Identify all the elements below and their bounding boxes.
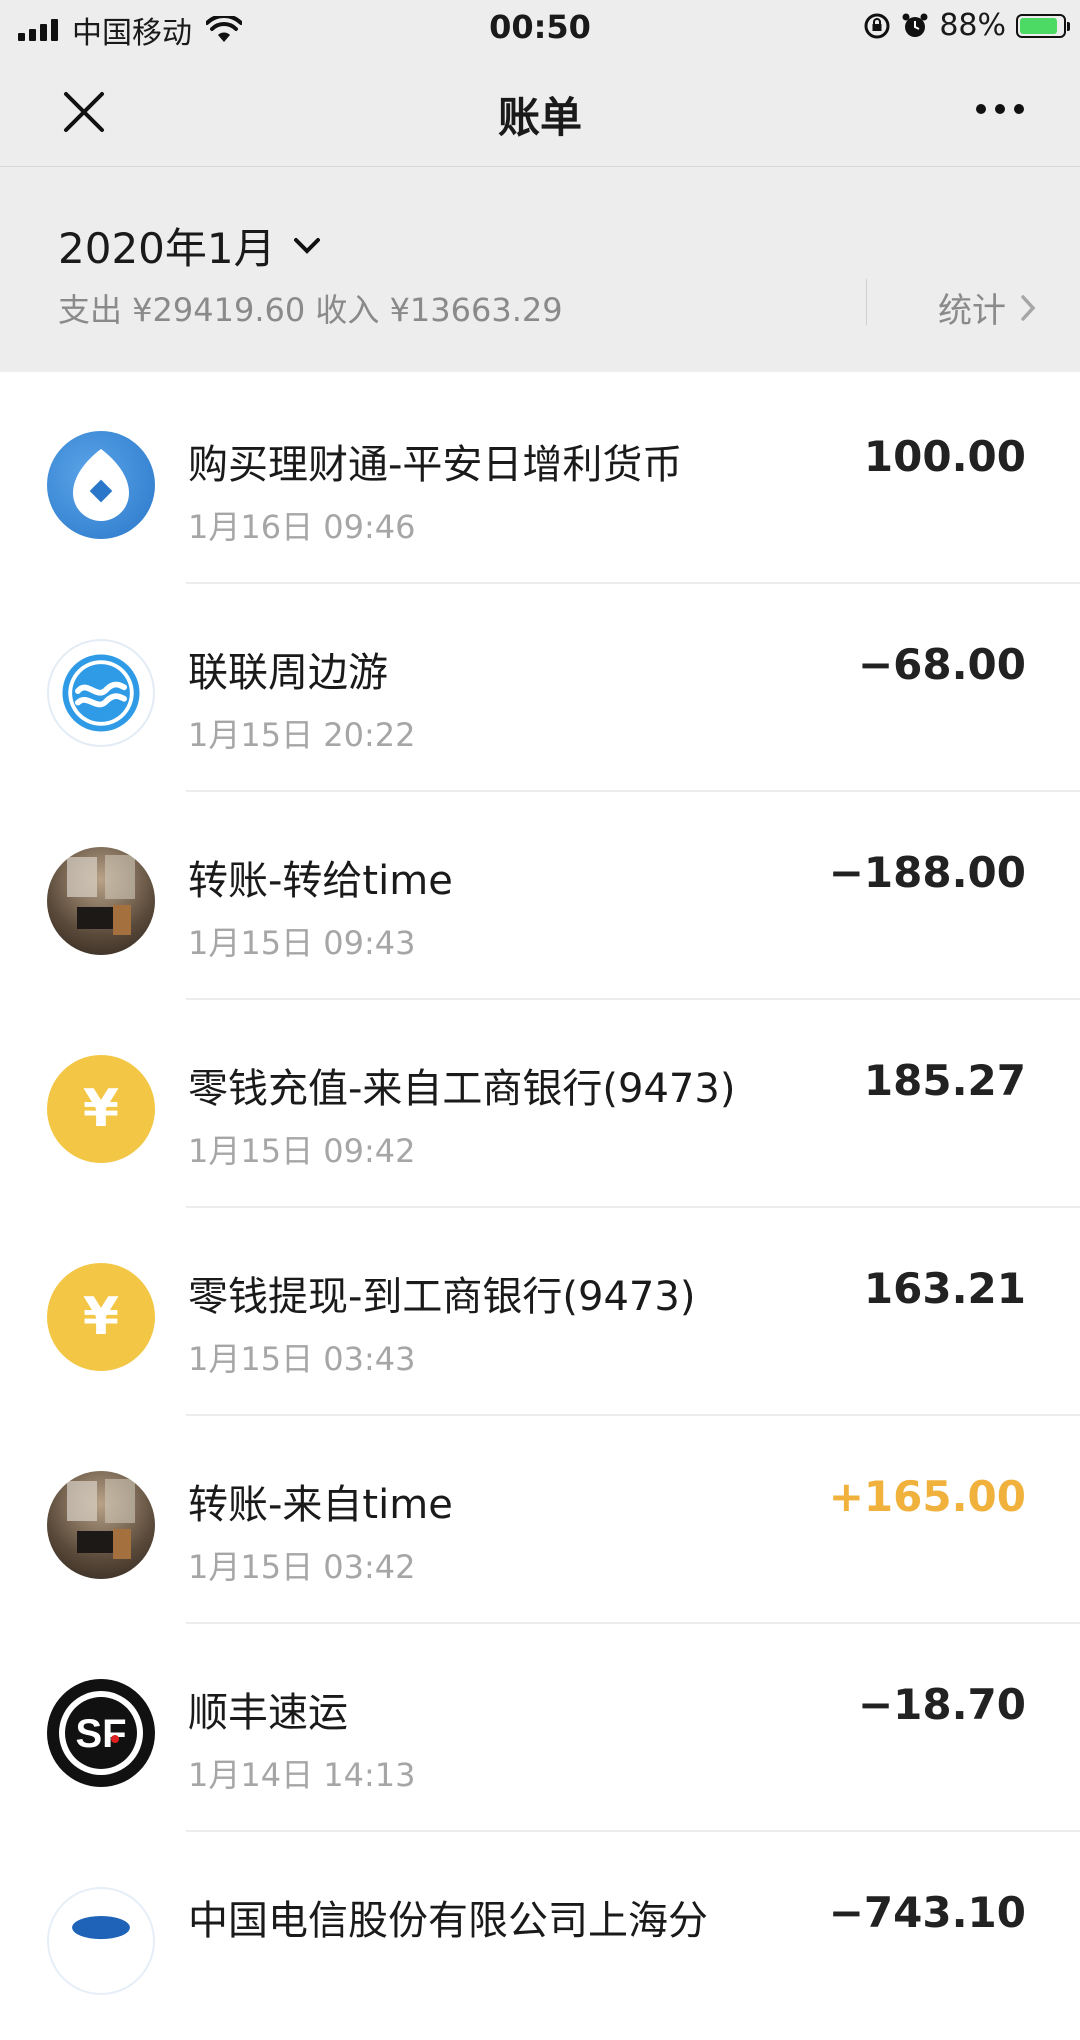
transaction-title: 零钱提现-到工商银行(9473) [188, 1274, 696, 1320]
status-right: 88% [863, 8, 1070, 43]
transaction-title: 零钱充值-来自工商银行(9473) [188, 1066, 736, 1112]
month-label: 2020年1月 [58, 224, 276, 273]
transaction-amount: 185.27 [863, 1056, 1026, 1105]
coin-symbol: ¥ [82, 1079, 120, 1139]
svg-text:SF: SF [75, 1712, 126, 1756]
transaction-title: 顺丰速运 [188, 1690, 348, 1736]
transaction-time: 1月15日 20:22 [188, 716, 416, 754]
battery-level [1020, 17, 1057, 34]
transaction-row[interactable]: ¥ 零钱充值-来自工商银行(9473) 1月15日 09:42 185.27 [0, 1000, 1080, 1208]
coin-symbol: ¥ [82, 1287, 120, 1347]
transaction-title: 转账-转给time [188, 858, 453, 904]
battery-percent: 88% [939, 8, 1006, 43]
transaction-row[interactable]: 中国电信股份有限公司上海分 −743.10 [0, 1832, 1080, 2040]
stats-label: 统计 [938, 291, 1006, 331]
month-summary: 2020年1月 支出 ¥29419.60 收入 ¥13663.29 统计 [0, 167, 1080, 370]
transaction-time: 1月15日 03:43 [188, 1340, 416, 1378]
orientation-lock-icon [864, 13, 890, 38]
transaction-amount: 163.21 [863, 1264, 1026, 1313]
sf-express-icon: SF [47, 1679, 155, 1787]
user-avatar [47, 1471, 155, 1579]
transaction-time: 1月14日 14:13 [188, 1756, 416, 1794]
transaction-amount: 100.00 [863, 432, 1026, 481]
status-bar: 中国移动 00:50 88% [0, 0, 1080, 54]
lianlian-icon [47, 639, 155, 747]
divider [866, 279, 867, 325]
more-icon[interactable] [976, 104, 1024, 114]
china-telecom-icon [47, 1887, 155, 1995]
user-avatar [47, 847, 155, 955]
transaction-list: 购买理财通-平安日增利货币 1月16日 09:46 100.00 联联周边游 1… [0, 376, 1080, 2040]
transaction-amount: −68.00 [857, 640, 1026, 689]
divider [0, 370, 1080, 372]
totals-text: 支出 ¥29419.60 收入 ¥13663.29 [58, 291, 563, 329]
yuan-coin-icon: ¥ [47, 1263, 155, 1371]
transaction-row[interactable]: 转账-转给time 1月15日 09:43 −188.00 [0, 792, 1080, 1000]
transaction-time: 1月16日 09:46 [188, 508, 416, 546]
month-selector[interactable]: 2020年1月 [58, 215, 322, 276]
transaction-row[interactable]: ¥ 零钱提现-到工商银行(9473) 1月15日 03:43 163.21 [0, 1208, 1080, 1416]
transaction-title: 购买理财通-平安日增利货币 [188, 442, 683, 488]
transaction-amount: +165.00 [828, 1472, 1026, 1521]
transaction-row[interactable]: 转账-来自time 1月15日 03:42 +165.00 [0, 1416, 1080, 1624]
transaction-row[interactable]: 联联周边游 1月15日 20:22 −68.00 [0, 584, 1080, 792]
alarm-icon [902, 13, 928, 37]
nav-bar: 账单 [0, 54, 1080, 167]
chevron-down-icon [293, 237, 320, 254]
carrier-name: 中国移动 [72, 16, 192, 51]
close-icon[interactable] [56, 84, 112, 140]
status-left: 中国移动 [18, 8, 242, 52]
transaction-row[interactable]: 购买理财通-平安日增利货币 1月16日 09:46 100.00 [0, 376, 1080, 584]
yuan-coin-icon: ¥ [47, 1055, 155, 1163]
transaction-time: 1月15日 03:42 [188, 1548, 416, 1586]
transaction-title: 转账-来自time [188, 1482, 453, 1528]
transaction-time: 1月15日 09:43 [188, 924, 416, 962]
transaction-title: 联联周边游 [188, 650, 388, 696]
transaction-amount: −188.00 [828, 848, 1026, 897]
transaction-time: 1月15日 09:42 [188, 1132, 416, 1170]
stats-button[interactable]: 统计 [938, 283, 1036, 332]
transaction-amount: −18.70 [857, 1680, 1026, 1729]
signal-icon [18, 19, 58, 41]
transaction-amount: −743.10 [828, 1888, 1026, 1937]
transaction-title: 中国电信股份有限公司上海分 [188, 1898, 708, 1944]
battery-icon [1016, 13, 1070, 38]
licaitong-icon [47, 431, 155, 539]
page-title: 账单 [497, 93, 582, 142]
chevron-right-icon [1021, 294, 1036, 321]
transaction-row[interactable]: SF 顺丰速运 1月14日 14:13 −18.70 [0, 1624, 1080, 1832]
wifi-icon [206, 16, 242, 42]
